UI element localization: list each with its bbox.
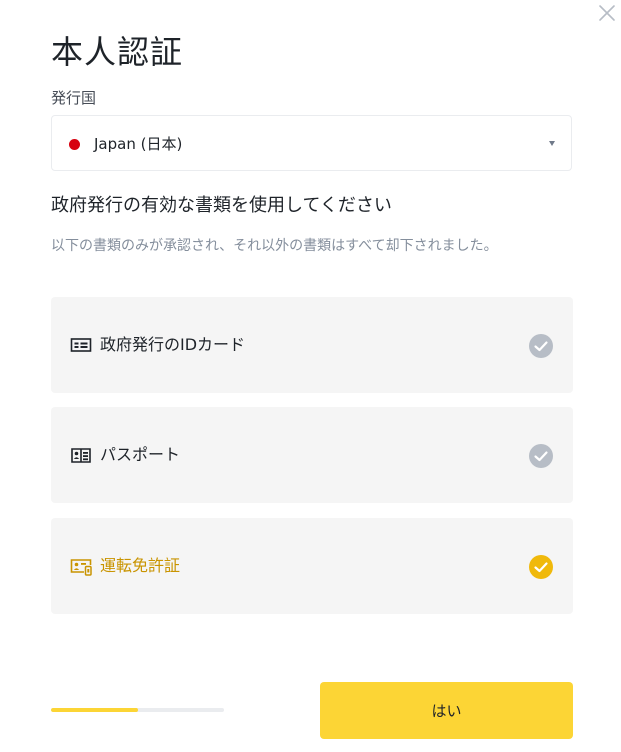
document-option-label: パスポート — [100, 445, 181, 464]
passport-icon — [71, 448, 91, 463]
confirm-button[interactable]: はい — [320, 682, 573, 739]
id-card-icon — [70, 338, 92, 352]
check-circle-icon — [529, 334, 553, 358]
step-progress-bar — [51, 708, 224, 712]
documents-description: 以下の書類のみが承認され、それ以外の書類はすべて却下されました。 — [51, 238, 498, 254]
documents-heading: 政府発行の有効な書類を使用してください — [51, 195, 392, 216]
close-button[interactable] — [596, 2, 618, 24]
close-icon — [599, 5, 615, 21]
step-progress-fill — [51, 708, 138, 712]
check-circle-icon — [529, 555, 553, 579]
document-option-drivers-license[interactable]: 運転免許証 — [51, 518, 573, 614]
page-title: 本人認証 — [51, 33, 184, 71]
issuing-country-label: 発行国 — [51, 89, 97, 107]
caret-down-icon — [549, 141, 555, 146]
issuing-country-select[interactable]: Japan (日本) — [51, 115, 572, 171]
document-option-label: 政府発行のIDカード — [100, 335, 246, 354]
document-option-passport[interactable]: パスポート — [51, 407, 573, 503]
japan-flag-dot-icon — [69, 139, 80, 150]
document-option-id-card[interactable]: 政府発行のIDカード — [51, 297, 573, 393]
document-option-label: 運転免許証 — [100, 556, 181, 575]
drivers-license-icon — [70, 559, 92, 576]
check-circle-icon — [529, 444, 553, 468]
issuing-country-value: Japan (日本) — [94, 135, 183, 153]
